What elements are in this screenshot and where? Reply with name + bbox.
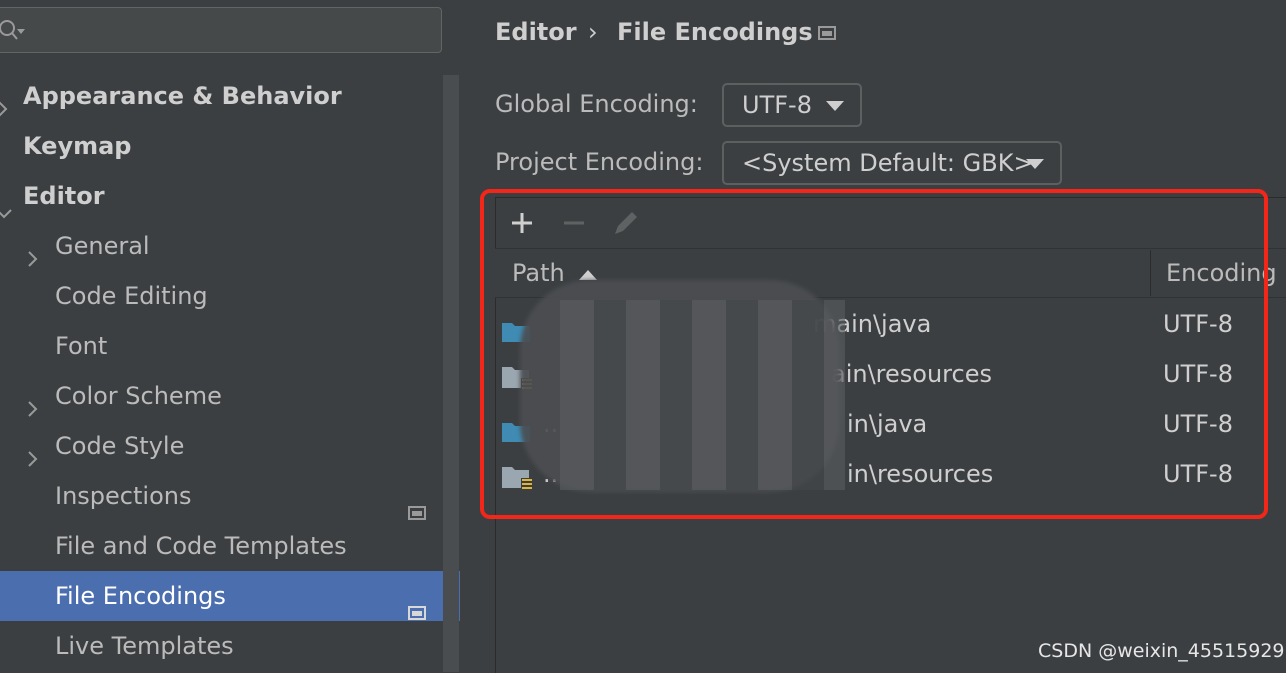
sidebar-item-label: Inspections (55, 482, 192, 510)
sidebar-item-label: Live Templates (55, 632, 234, 660)
sidebar-item-live-templates[interactable]: Live Templates (0, 621, 460, 671)
sidebar-item-code-editing[interactable]: Code Editing (0, 271, 460, 321)
sidebar-item-label: File Encodings (55, 582, 226, 610)
dropdown-caret-icon (826, 101, 844, 111)
sidebar-item-label: Editor (23, 182, 105, 210)
sidebar-item-label: Font (55, 332, 108, 360)
sidebar-item-font[interactable]: Font (0, 321, 460, 371)
settings-search-input[interactable] (0, 7, 442, 53)
sidebar-item-label: Appearance & Behavior (23, 82, 342, 110)
settings-sidebar: Appearance & Behavior Keymap Editor Gene… (0, 0, 460, 672)
dropdown-caret-icon (1026, 159, 1044, 169)
project-scope-icon (818, 25, 836, 45)
sidebar-item-file-encodings[interactable]: File Encodings (0, 571, 460, 621)
breadcrumb-editor[interactable]: Editor (495, 14, 577, 50)
sidebar-item-code-style[interactable]: Code Style (0, 421, 460, 471)
annotation-highlight-box (480, 189, 1268, 519)
sidebar-item-label: Keymap (23, 132, 132, 160)
sidebar-scrollbar[interactable] (443, 75, 459, 672)
project-encoding-value: <System Default: GBK> (742, 149, 1034, 177)
sidebar-item-appearance-behavior[interactable]: Appearance & Behavior (0, 71, 460, 121)
breadcrumb-separator: › (588, 18, 598, 46)
sidebar-item-editor[interactable]: Editor (0, 171, 460, 221)
sidebar-item-file-code-templates[interactable]: File and Code Templates (0, 521, 460, 571)
search-icon[interactable] (0, 19, 29, 47)
sidebar-item-keymap[interactable]: Keymap (0, 121, 460, 171)
sidebar-item-inspections[interactable]: Inspections (0, 471, 460, 521)
sidebar-item-label: Code Editing (55, 282, 208, 310)
page-title: File Encodings (617, 18, 813, 46)
sidebar-item-color-scheme[interactable]: Color Scheme (0, 371, 460, 421)
watermark: CSDN @weixin_45515929 (1038, 640, 1285, 662)
sidebar-item-label: Color Scheme (55, 382, 222, 410)
sidebar-item-label: Code Style (55, 432, 185, 460)
global-encoding-value: UTF-8 (742, 91, 812, 119)
global-encoding-label: Global Encoding: (495, 90, 698, 118)
project-encoding-label: Project Encoding: (495, 148, 704, 176)
sidebar-item-general[interactable]: General (0, 221, 460, 271)
project-encoding-select[interactable]: <System Default: GBK> (722, 141, 1062, 185)
sidebar-item-label: File and Code Templates (55, 532, 347, 560)
global-encoding-select[interactable]: UTF-8 (722, 83, 862, 127)
sidebar-item-label: General (55, 232, 150, 260)
